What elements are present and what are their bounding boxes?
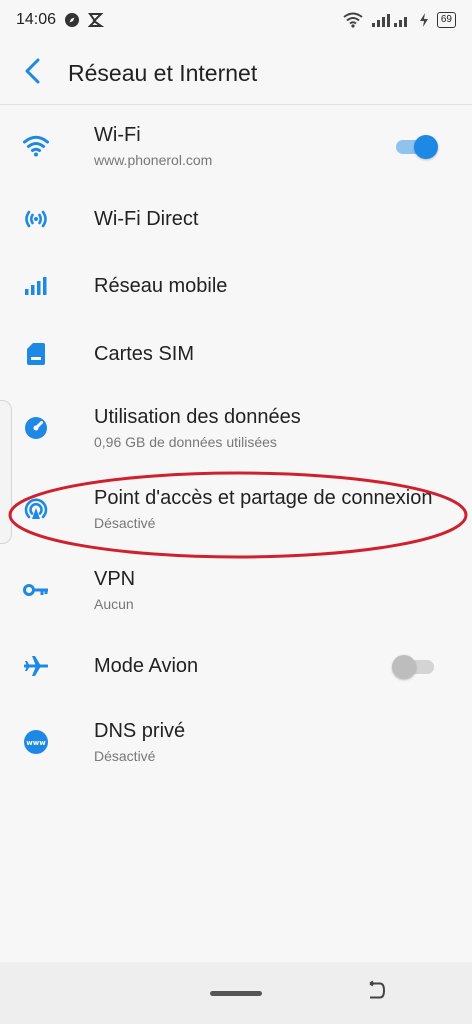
settings-list: Wi-Fi www.phonerol.com Wi-Fi Direct Rése…: [0, 106, 472, 782]
airplane-mode-toggle[interactable]: [392, 655, 436, 679]
item-title: DNS privé: [94, 720, 186, 742]
wifi-icon: [16, 106, 56, 186]
item-subtitle: Désactivé: [94, 515, 156, 531]
edge-panel-handle[interactable]: [0, 400, 12, 544]
header-divider: [0, 104, 472, 105]
wifi-status-icon: [343, 12, 363, 28]
battery-level: 69: [436, 12, 456, 28]
list-item-airplane[interactable]: Mode Avion: [0, 630, 472, 702]
item-title: Wi-Fi Direct: [94, 208, 199, 230]
list-item-wifi-direct[interactable]: Wi-Fi Direct: [0, 186, 472, 252]
page-title: Réseau et Internet: [68, 59, 258, 86]
list-item-sim[interactable]: Cartes SIM: [0, 320, 472, 388]
status-bar: 14:06 69: [0, 0, 472, 40]
www-icon: www: [16, 702, 56, 782]
list-item-hotspot[interactable]: Point d'accès et partage de connexion Dé…: [0, 468, 472, 550]
back-arrow-icon: [24, 58, 40, 89]
app-bar: Réseau et Internet: [0, 42, 472, 104]
item-subtitle: 0,96 GB de données utilisées: [94, 434, 277, 450]
item-title: Point d'accès et partage de connexion: [94, 487, 433, 509]
compass-icon: [64, 12, 80, 28]
item-subtitle: Désactivé: [94, 748, 156, 764]
nav-back-icon[interactable]: [366, 980, 386, 1006]
item-subtitle: www.phonerol.com: [94, 152, 213, 168]
data-usage-icon: [16, 388, 56, 468]
sim-card-icon: [16, 320, 56, 388]
back-button[interactable]: [0, 42, 64, 104]
list-item-dns[interactable]: www DNS privé Désactivé: [0, 702, 472, 782]
status-time: 14:06: [16, 11, 57, 28]
signal-bars-icon: [16, 252, 56, 320]
svg-text:www: www: [26, 739, 46, 747]
airplane-icon: [16, 630, 56, 702]
charging-icon: [419, 12, 429, 28]
item-subtitle: Aucun: [94, 596, 134, 612]
list-item-vpn[interactable]: VPN Aucun: [0, 550, 472, 630]
item-title: Wi-Fi: [94, 124, 141, 146]
list-item-mobile-network[interactable]: Réseau mobile: [0, 252, 472, 320]
item-title: Mode Avion: [94, 655, 199, 677]
item-title: VPN: [94, 568, 136, 590]
item-title: Cartes SIM: [94, 343, 195, 365]
key-icon: [16, 550, 56, 630]
wifi-direct-icon: [16, 186, 56, 252]
hotspot-icon: [16, 468, 56, 550]
navigation-bar: [0, 962, 472, 1024]
list-item-data-usage[interactable]: Utilisation des données 0,96 GB de donné…: [0, 388, 472, 468]
wifi-toggle[interactable]: [394, 135, 438, 159]
item-title: Utilisation des données: [94, 406, 301, 428]
item-title: Réseau mobile: [94, 275, 228, 297]
list-item-wifi[interactable]: Wi-Fi www.phonerol.com: [0, 106, 472, 186]
signal-status-icon: [371, 12, 411, 28]
home-button[interactable]: [210, 990, 262, 996]
notification-icon: [88, 12, 105, 28]
